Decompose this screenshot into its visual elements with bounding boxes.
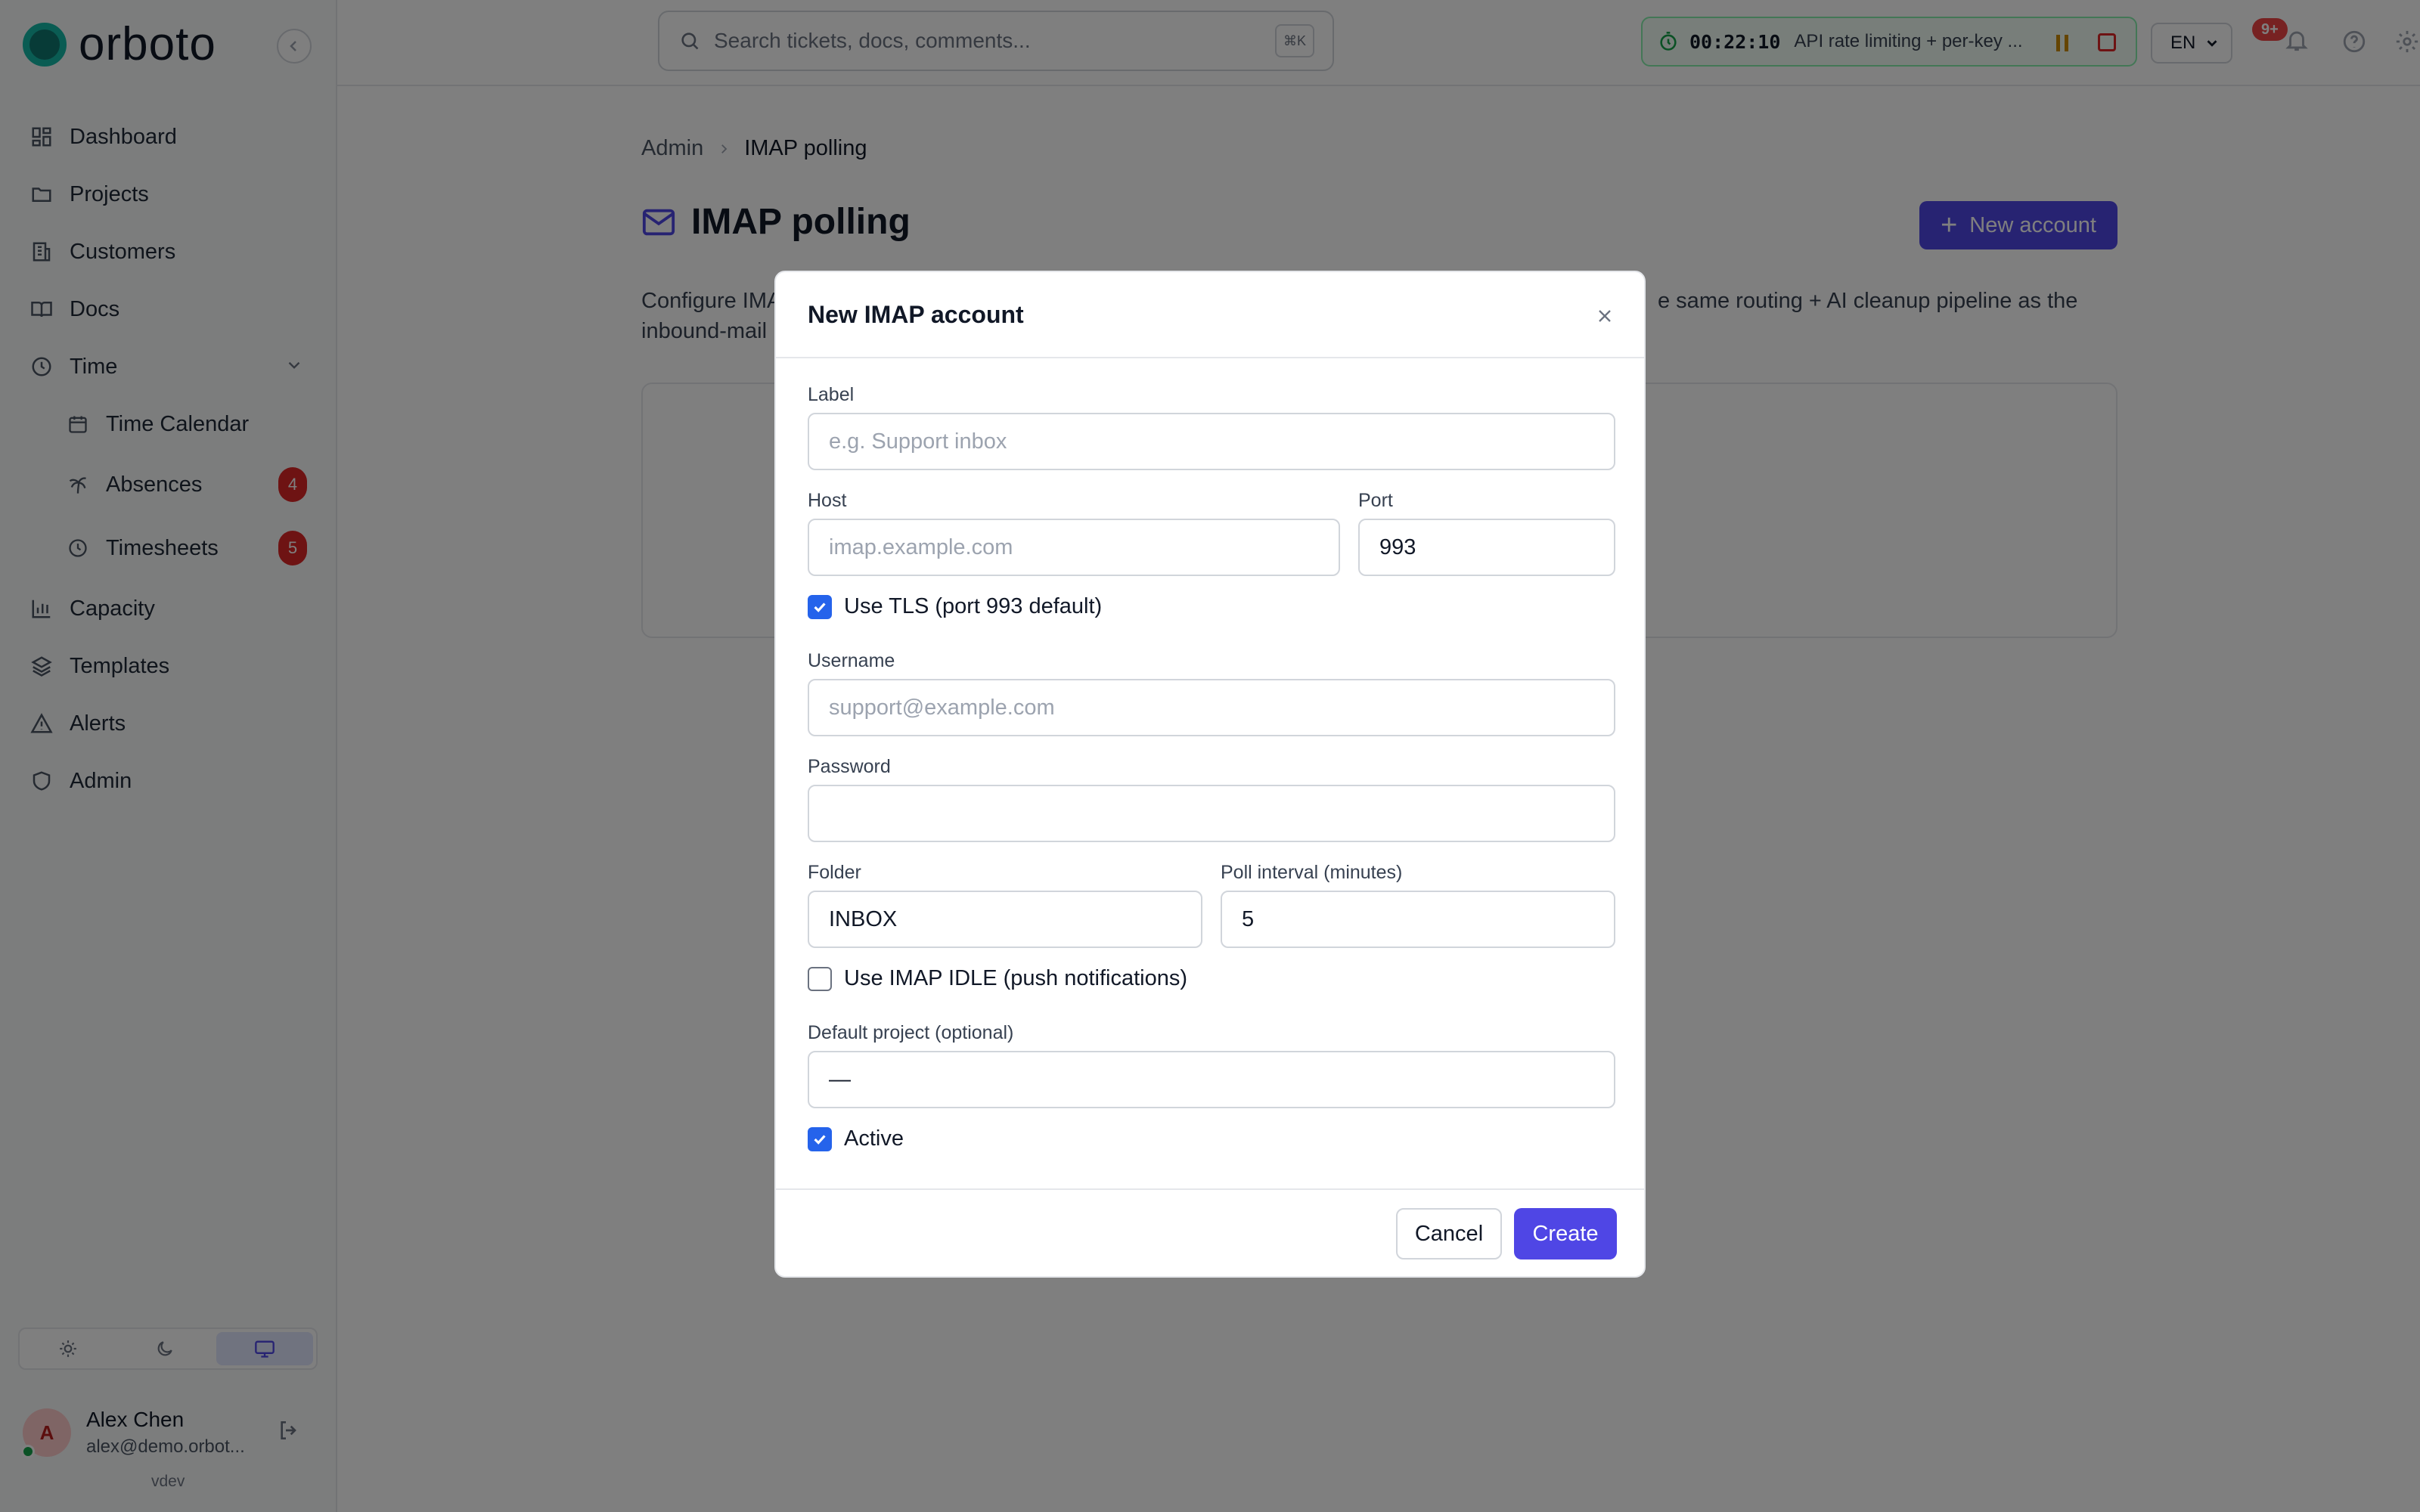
poll-interval-input[interactable] xyxy=(1221,891,1615,948)
port-field-label: Port xyxy=(1358,490,1393,511)
poll-interval-field-label: Poll interval (minutes) xyxy=(1221,862,1403,883)
check-icon xyxy=(814,1134,826,1145)
active-checkbox[interactable] xyxy=(808,1126,832,1151)
host-field-label: Host xyxy=(808,490,847,511)
active-checkbox-row[interactable]: Active xyxy=(808,1126,904,1151)
idle-checkbox-row[interactable]: Use IMAP IDLE (push notifications) xyxy=(808,966,1187,991)
cancel-button[interactable]: Cancel xyxy=(1396,1208,1502,1259)
port-input[interactable] xyxy=(1358,519,1615,576)
tls-checkbox-label: Use TLS (port 993 default) xyxy=(844,594,1103,618)
password-field-label: Password xyxy=(808,756,891,777)
active-checkbox-label: Active xyxy=(844,1126,904,1151)
username-field-label: Username xyxy=(808,650,895,671)
new-imap-account-dialog: New IMAP account Label Host Port Use TLS… xyxy=(774,271,1646,1278)
folder-field-label: Folder xyxy=(808,862,861,883)
password-input[interactable] xyxy=(808,785,1615,842)
label-field-label: Label xyxy=(808,384,855,405)
dialog-header: New IMAP account xyxy=(776,272,1644,358)
default-project-select[interactable] xyxy=(808,1051,1615,1108)
idle-checkbox-label: Use IMAP IDLE (push notifications) xyxy=(844,966,1187,990)
close-icon[interactable] xyxy=(1594,305,1615,327)
check-icon xyxy=(814,602,826,612)
label-input[interactable] xyxy=(808,413,1615,470)
tls-checkbox-row[interactable]: Use TLS (port 993 default) xyxy=(808,594,1102,619)
idle-checkbox[interactable] xyxy=(808,966,832,991)
tls-checkbox[interactable] xyxy=(808,594,832,619)
default-project-field-label: Default project (optional) xyxy=(808,1022,1014,1043)
folder-input[interactable] xyxy=(808,891,1202,948)
create-button[interactable]: Create xyxy=(1514,1208,1617,1259)
username-input[interactable] xyxy=(808,679,1615,736)
dialog-title: New IMAP account xyxy=(808,301,1024,328)
dialog-footer-divider xyxy=(776,1188,1644,1190)
host-input[interactable] xyxy=(808,519,1340,576)
